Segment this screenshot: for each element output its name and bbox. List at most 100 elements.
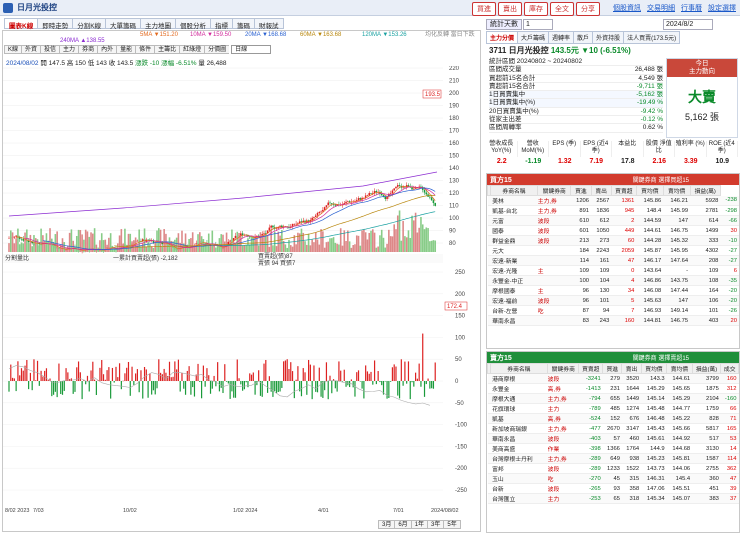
fulltext-button[interactable]: 全文 — [550, 2, 574, 16]
tb-price-dist[interactable]: 分價圖 — [204, 45, 230, 54]
column-header[interactable]: 買賣超 — [578, 363, 604, 374]
tb-volume[interactable]: 量能 — [116, 45, 136, 54]
table-row[interactable]: 摩根大通 主力,券 -794 655 1449 145.14 145.29 2104 -160 — [487, 393, 739, 404]
link-stock-info[interactable]: 個股資訊 — [613, 3, 641, 13]
tab-kline[interactable]: 圖表K線 — [4, 18, 38, 30]
table-row[interactable]: 台新-左營吃 87 94 7 146.93 149.14 101 -26 — [487, 305, 739, 316]
table-row[interactable]: 美商高盛 作業 -398 1366 1764 144.9 144.68 3130 14 — [487, 443, 739, 454]
table-cell: 145.51 — [666, 483, 693, 494]
column-header[interactable]: 賣均價 — [662, 185, 691, 196]
app-icon — [3, 2, 13, 13]
tb-main[interactable]: 主力 — [59, 45, 79, 54]
link-settings[interactable]: 設定選擇 — [708, 3, 736, 13]
column-header[interactable]: 買賣超 — [610, 185, 637, 196]
range-3y[interactable]: 3年 — [427, 520, 444, 529]
link-trade-detail[interactable]: 交易明細 — [647, 3, 675, 13]
stat-days-select[interactable]: 1 — [523, 18, 553, 30]
tab-big-order[interactable]: 大單籌碼 — [105, 18, 141, 30]
column-header[interactable]: 買均價 — [635, 185, 664, 196]
rtab-turnover[interactable]: 週轉率 — [548, 31, 574, 44]
tab-analysis[interactable]: 個股分析 — [175, 18, 211, 30]
table-row[interactable]: 台灣匯立 主力 -253 65 318 145.34 145.07 383 37 — [487, 493, 739, 504]
buy-panel-filter[interactable]: 關鍵券商 選擇買超15 — [633, 175, 689, 184]
volume-bar — [56, 231, 58, 252]
volume-bar — [116, 243, 119, 252]
rtab-main-price[interactable]: 主力分價 — [486, 31, 518, 44]
column-header[interactable]: 成交 — [720, 363, 739, 374]
table-row[interactable]: 元大 184 2243 2059 145.87 145.95 4302 -27 — [487, 245, 739, 256]
range-6m[interactable]: 6月 — [394, 520, 411, 529]
table-row[interactable]: 港商摩根 波段 -3241 279 3520 143.3 144.61 3799 160 — [487, 373, 739, 384]
column-header[interactable]: 賣出 — [621, 363, 642, 374]
column-header[interactable]: 買均價 — [640, 363, 668, 374]
table-row[interactable]: 國泰 波段 601 1050 449 144.61 146.75 1499 30 — [487, 225, 739, 236]
period-select[interactable]: 日線 — [231, 45, 272, 54]
column-header[interactable]: 券商名稱 — [489, 363, 549, 374]
table-row[interactable]: 群益金鼎 波段 213 273 60 144.28 145.32 333 -10 — [487, 235, 739, 246]
table-row[interactable]: 元富 波段 610 612 2 144.59 147 614 -66 — [487, 215, 739, 226]
table-row[interactable]: 華南永昌 83 243 160 144.81 146.75 403 20 — [487, 315, 739, 326]
column-header[interactable]: 關鍵券商 — [537, 185, 572, 196]
tab-realtime[interactable]: 即時走勢 — [37, 18, 73, 30]
tb-condition[interactable]: 條件 — [135, 45, 155, 54]
tb-kline[interactable]: K線 — [4, 45, 22, 54]
volume-bar — [138, 229, 140, 252]
table-row[interactable]: 永豐金-中正 100 104 4 146.86 143.75 108 -35 — [487, 275, 739, 286]
tb-ratio[interactable]: 主籌比 — [154, 45, 180, 54]
table-row[interactable]: 美林 主力,券 1206 2567 1361 145.86 146.21 5928 -238 — [487, 195, 739, 206]
column-header[interactable]: 買進 — [602, 363, 623, 374]
table-row[interactable]: 富邦 波段 -289 1233 1522 143.73 144.06 2755 362 — [487, 463, 739, 474]
rtab-retail[interactable]: 散戶 — [573, 31, 593, 44]
tb-trust[interactable]: 投信 — [40, 45, 60, 54]
table-row[interactable]: 新加坡商瑞銀 主力,券 -477 2670 3147 145.43 145.66 5817 16… — [487, 423, 739, 434]
inventory-button[interactable]: 庫存 — [524, 2, 548, 16]
tab-indicator[interactable]: 指標 — [210, 18, 233, 30]
table-row[interactable]: 花旗環球 主力 -789 485 1274 145.48 144.77 1759 66 — [487, 403, 739, 414]
share-button[interactable]: 分享 — [576, 2, 600, 16]
table-row[interactable]: 宏遠-新業 114 161 47 146.17 147.64 208 -27 — [487, 255, 739, 266]
tb-broker[interactable]: 券商 — [78, 45, 98, 54]
range-3m[interactable]: 3月 — [378, 520, 395, 529]
tab-financials[interactable]: 財報試 — [254, 18, 284, 30]
range-1y[interactable]: 1年 — [410, 520, 428, 529]
tb-inout[interactable]: 內外 — [97, 45, 117, 54]
buy-button[interactable]: 買進 — [472, 2, 496, 16]
rtab-big-holders[interactable]: 大戶籌碼 — [517, 31, 549, 44]
table-row[interactable]: 台新 波段 -265 93 358 147.06 145.51 451 39 — [487, 483, 739, 494]
date-select[interactable]: 2024/8/2 — [663, 18, 713, 30]
column-header[interactable]: 賣均價 — [666, 363, 693, 374]
table-row[interactable]: 凱基-台北 主力,券 891 1836 945 148.4 145.99 2781 -298 — [487, 205, 739, 216]
link-calendar[interactable]: 行事曆 — [681, 3, 702, 13]
table-row[interactable]: 凱基 高,券 -524 152 676 146.48 145.22 828 71 — [487, 413, 739, 424]
table-row[interactable]: 台灣摩根士丹利 主力,券 -289 649 938 145.23 145.81 1587 114 — [487, 453, 739, 464]
table-row[interactable]: 華南永昌 波段 -403 57 460 145.61 144.92 517 53 — [487, 433, 739, 444]
tb-foreign[interactable]: 外資 — [21, 45, 41, 54]
rtab-foreign-hold[interactable]: 外資持股 — [592, 31, 624, 44]
sell-panel-filter[interactable]: 關鍵券商 選擇賣超15 — [633, 353, 689, 362]
table-row[interactable]: 摩根國泰主 96 130 34 146.08 147.44 164 -20 — [487, 285, 739, 296]
column-header[interactable]: 買進 — [570, 185, 592, 196]
rtab-institutional[interactable]: 法人買賣(173.5元) — [623, 31, 681, 44]
tab-split-k[interactable]: 分割K線 — [72, 18, 106, 30]
candlestick-chart[interactable]: 220 210 200 190 180 170 160 150 140 130 120 110 100 9… — [3, 66, 480, 532]
candle-body — [432, 200, 435, 204]
netbuy-bar — [406, 381, 408, 384]
column-header[interactable]: 賣出 — [590, 185, 612, 196]
netbuy-bar — [236, 359, 238, 381]
table-row[interactable]: 永豐金 高,券 -1413 231 1644 145.29 145.65 1875 312 — [487, 383, 739, 394]
table-cell: 358 — [621, 483, 642, 494]
tab-chips[interactable]: 籌碼 — [232, 18, 255, 30]
table-row[interactable]: 宏遠-福前 波段 96 101 5 145.63 147 106 -20 — [487, 295, 739, 306]
range-5y[interactable]: 5年 — [443, 520, 461, 529]
netbuy-bar — [188, 366, 190, 381]
tb-lights[interactable]: 紅綠燈 — [179, 45, 205, 54]
tab-main-map[interactable]: 主力地圖 — [140, 18, 176, 30]
column-header[interactable]: 券商名稱 — [489, 185, 539, 196]
column-header[interactable]: 關鍵券商 — [547, 363, 580, 374]
sell-button[interactable]: 賣出 — [498, 2, 522, 16]
table-row[interactable]: 宏遠-光隆主 109 109 0 143.64-109 6 — [487, 265, 739, 276]
column-header[interactable]: 損益(萬) — [689, 185, 721, 196]
table-row[interactable]: 玉山吃 -270 45 315 146.31 145.4 360 47 — [487, 473, 739, 484]
netbuy-bar — [40, 370, 42, 381]
column-header[interactable]: 損益(萬) — [691, 363, 722, 374]
